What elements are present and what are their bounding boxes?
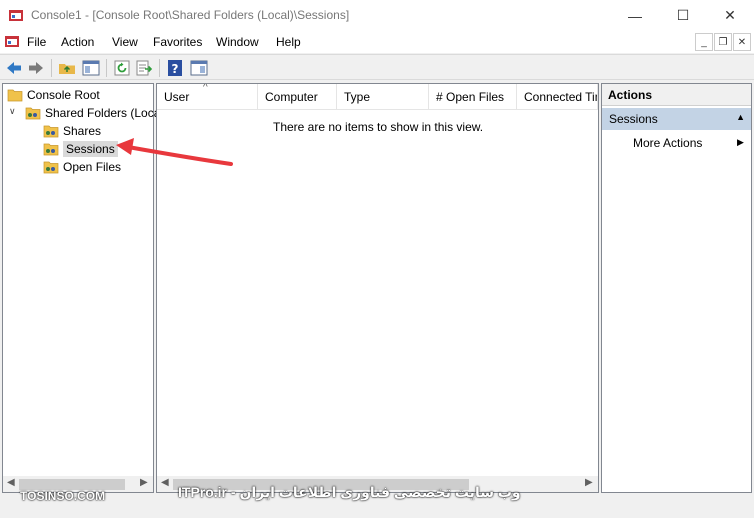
mmc-window: Console1 - [Console Root\Shared Folders … xyxy=(0,0,754,518)
annotation-arrow xyxy=(116,138,233,166)
